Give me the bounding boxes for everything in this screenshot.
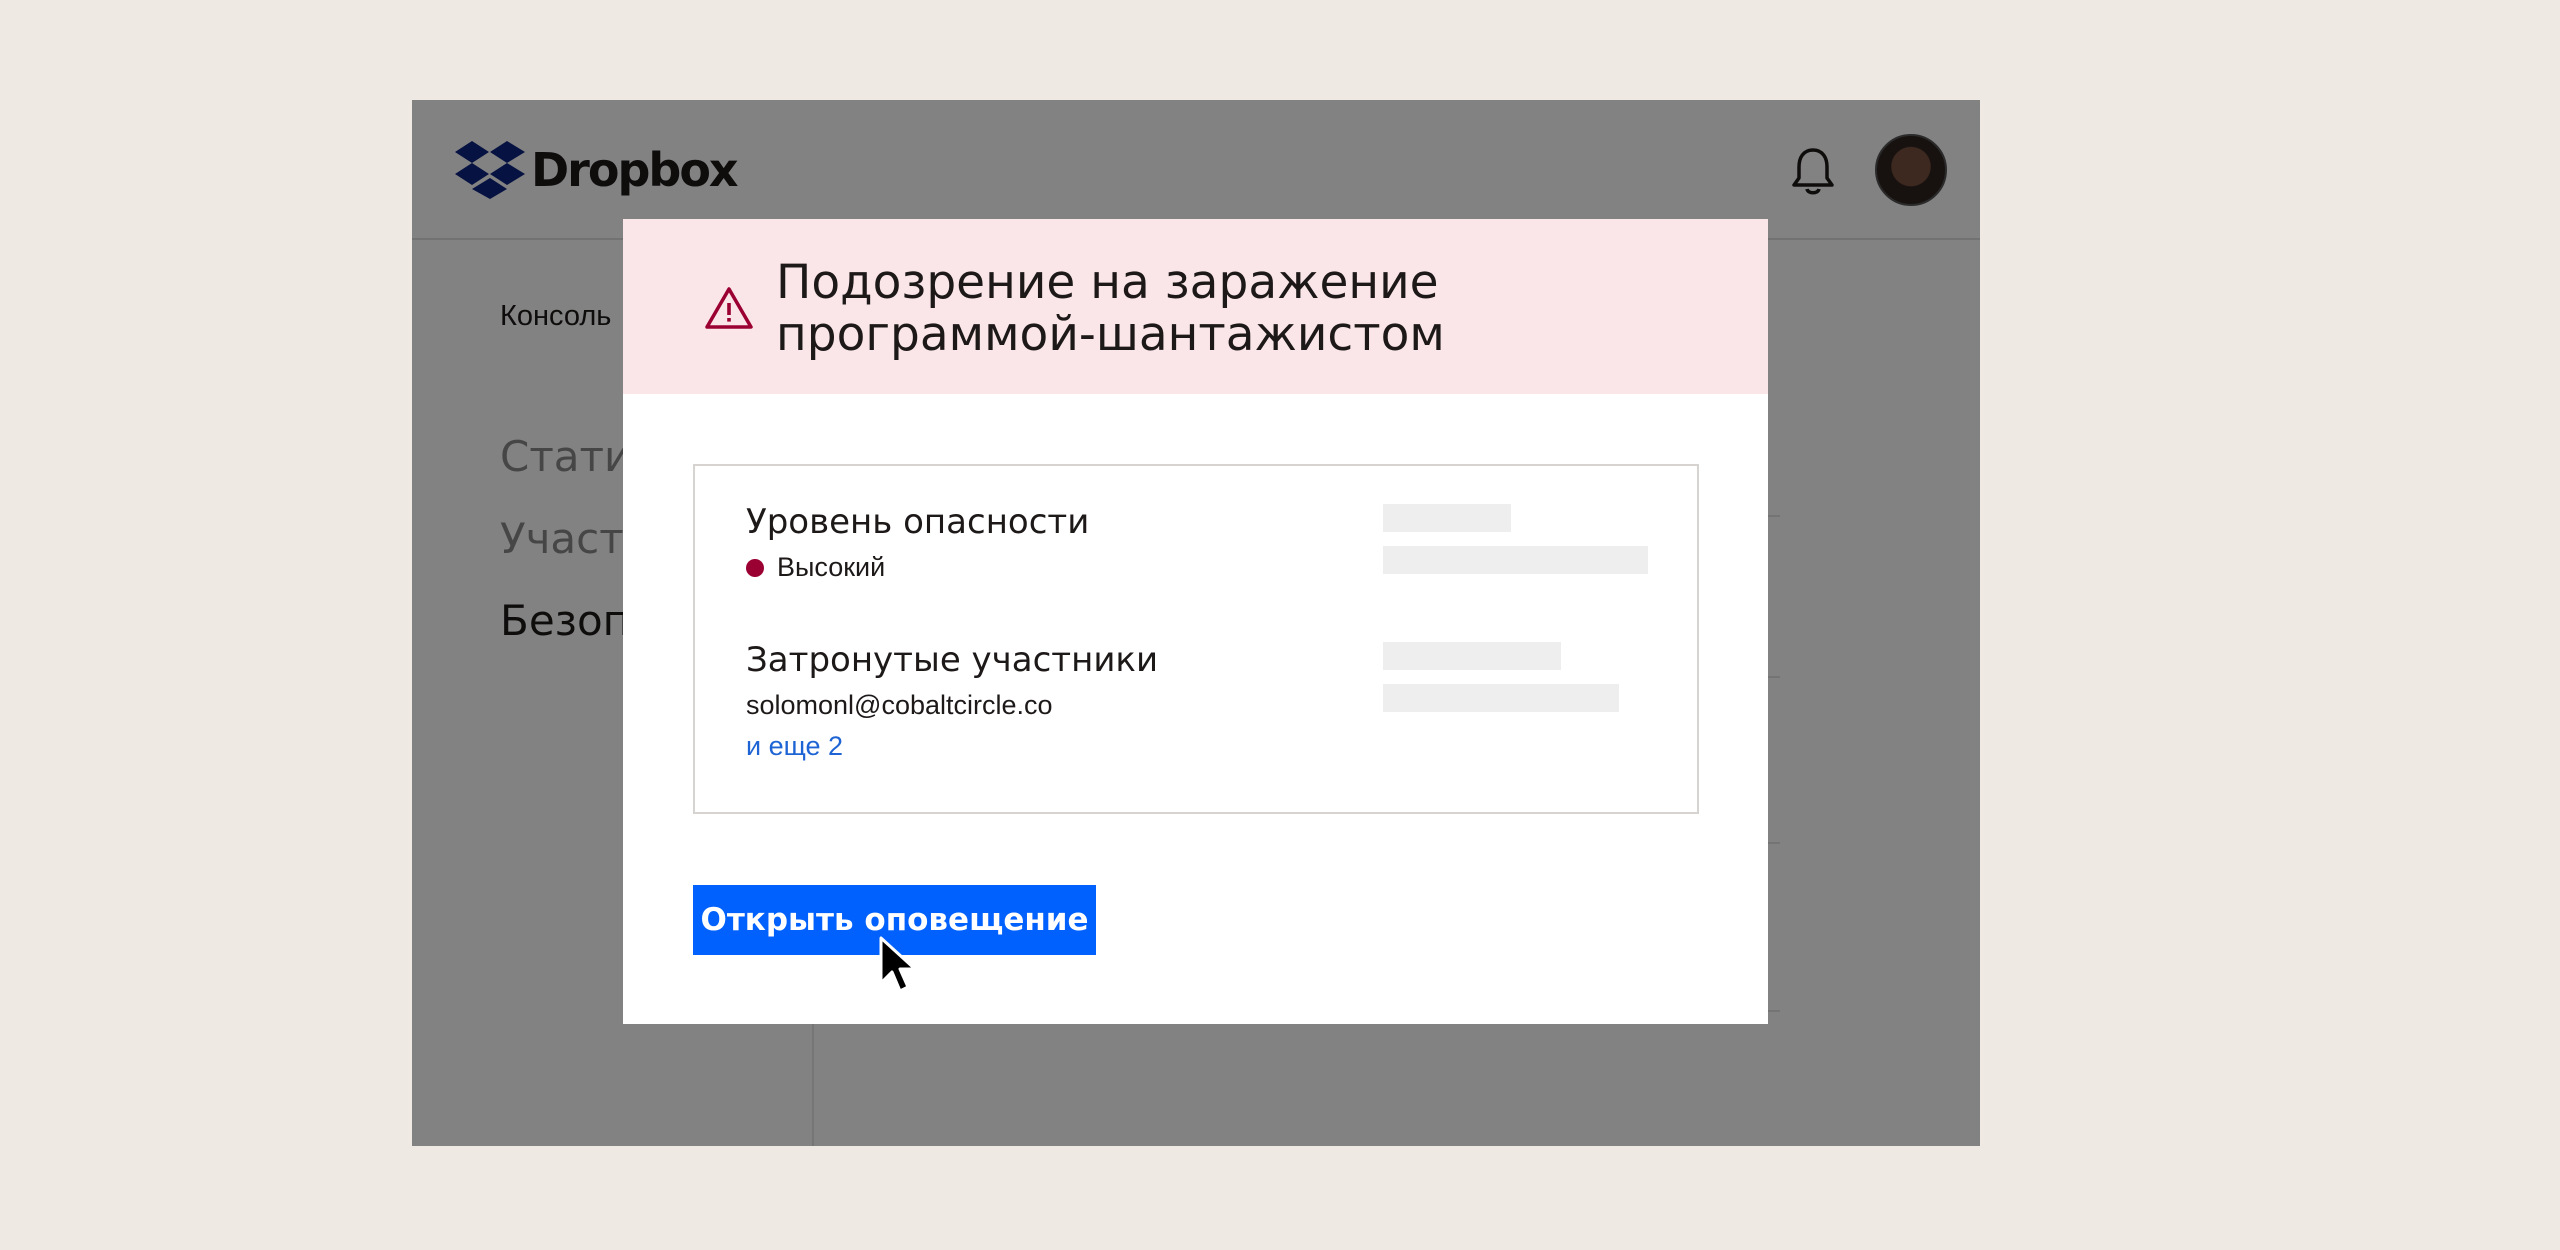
severity-row: Высокий bbox=[746, 552, 885, 583]
alert-details-card: Уровень опасности Высокий Затронутые уча… bbox=[693, 464, 1699, 814]
placeholder-bar bbox=[1383, 504, 1511, 532]
severity-dot bbox=[746, 558, 764, 577]
affected-members-label: Затронутые участники bbox=[746, 640, 1159, 680]
more-members-link[interactable]: и еще 2 bbox=[746, 731, 843, 762]
placeholder-bar bbox=[1383, 642, 1561, 670]
mouse-pointer-icon bbox=[879, 936, 917, 993]
modal-header: Подозрение на заражение программой-шанта… bbox=[623, 219, 1768, 394]
placeholder-bar bbox=[1383, 546, 1648, 574]
severity-label: Уровень опасности bbox=[746, 502, 1090, 542]
member-email: solomonl@cobaltcircle.co bbox=[746, 690, 1053, 720]
modal-title: Подозрение на заражение программой-шанта… bbox=[776, 255, 1445, 362]
ransomware-alert-modal: Подозрение на заражение программой-шанта… bbox=[623, 219, 1768, 1024]
severity-value: Высокий bbox=[777, 552, 886, 582]
placeholder-bar bbox=[1383, 684, 1619, 712]
warning-triangle-icon bbox=[705, 287, 753, 329]
